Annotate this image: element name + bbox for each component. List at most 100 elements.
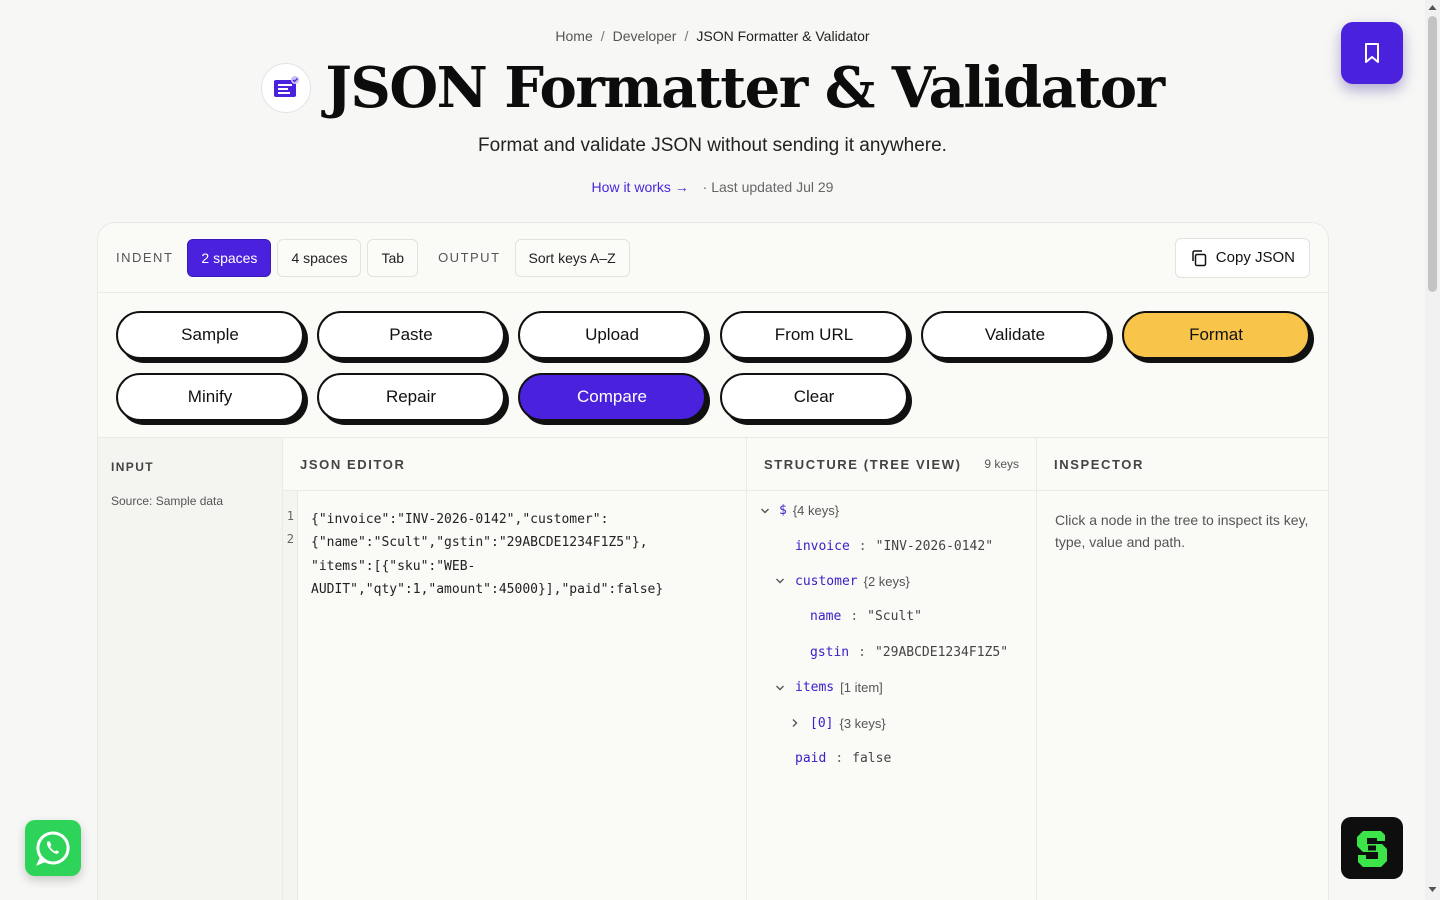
output-label: OUTPUT (438, 250, 501, 265)
chevron-down-icon[interactable] (772, 683, 788, 693)
tree-node-invoice[interactable]: invoice : "INV-2026-0142" (747, 528, 1036, 563)
inspector-hint: Click a node in the tree to inspect its … (1055, 512, 1309, 550)
workspace-panes: INPUT Source: Sample data JSON EDITOR 1 … (98, 437, 1328, 900)
line-number: 1 (286, 509, 294, 523)
input-label: INPUT (111, 460, 154, 474)
page-header: JSON Formatter & Validator (0, 58, 1425, 118)
tree-value: "29ABCDE1234F1Z5" (874, 644, 1009, 660)
tree-header: STRUCTURE (TREE VIEW) 9 keys (747, 438, 1036, 491)
copy-json-button[interactable]: Copy JSON (1174, 237, 1310, 278)
code-line: AUDIT","qty":1,"amount":45000}],"paid":f… (311, 581, 664, 597)
paste-button[interactable]: Paste (317, 311, 505, 359)
tree-key: gstin (810, 644, 850, 660)
tool-card: INDENT 2 spaces 4 spaces Tab OUTPUT Sort… (97, 222, 1329, 900)
tree-node-gstin[interactable]: gstin : "29ABCDE1234F1Z5" (747, 635, 1036, 670)
tree-view-pane: STRUCTURE (TREE VIEW) 9 keys $ {4 keys} … (747, 438, 1037, 900)
code-line: {"name":"Scult","gstin":"29ABCDE1234F1Z5… (311, 535, 648, 551)
bookmark-icon (1365, 43, 1379, 63)
tree-value: false (852, 750, 892, 766)
indent-tab[interactable]: Tab (367, 238, 419, 277)
how-it-works-link[interactable]: How it works → (592, 179, 689, 195)
inspector-label: INSPECTOR (1054, 456, 1145, 472)
tree-key: items (795, 680, 835, 696)
meta-row: How it works → · Last updated Jul 29 (0, 179, 1425, 195)
breadcrumb-separator: / (600, 28, 605, 44)
breadcrumb-current: JSON Formatter & Validator (696, 28, 870, 44)
tree-node-paid[interactable]: paid : false (747, 741, 1036, 776)
tree-colon: : (850, 609, 859, 625)
copy-json-label: Copy JSON (1215, 249, 1295, 266)
scroll-down-arrow[interactable] (1428, 886, 1437, 894)
repair-button[interactable]: Repair (317, 373, 505, 421)
tree-value: "Scult" (867, 609, 922, 625)
tree-colon: : (858, 538, 867, 554)
line-gutter: 1 2 (283, 491, 298, 900)
tree-meta: {3 keys} (839, 715, 886, 731)
json-logo-icon (261, 63, 312, 113)
whatsapp-icon (36, 831, 70, 866)
tree-key: paid (795, 750, 827, 766)
options-toolbar: INDENT 2 spaces 4 spaces Tab OUTPUT Sort… (98, 223, 1328, 293)
sort-keys-toggle[interactable]: Sort keys A–Z (514, 238, 630, 277)
breadcrumb-developer[interactable]: Developer (613, 28, 677, 44)
tree-node-items[interactable]: items [1 item] (747, 670, 1036, 705)
code-line: {"invoice":"INV-2026-0142","customer": (311, 512, 609, 527)
from-url-button[interactable]: From URL (720, 311, 908, 359)
json-editor[interactable]: 1 2 {"invoice":"INV-2026-0142","customer… (283, 491, 746, 900)
breadcrumb-separator: / (684, 28, 689, 44)
inspector-pane: INSPECTOR Click a node in the tree to in… (1037, 438, 1328, 900)
bookmark-button[interactable] (1341, 22, 1403, 84)
brand-badge[interactable] (1341, 817, 1403, 879)
last-updated: · Last updated Jul 29 (702, 179, 834, 195)
chevron-right-icon[interactable] (787, 718, 803, 728)
upload-button[interactable]: Upload (518, 311, 706, 359)
tree-key: [0] (810, 715, 834, 731)
tree-key: $ (779, 503, 787, 519)
inspector-header: INSPECTOR (1037, 438, 1328, 491)
sample-button[interactable]: Sample (116, 311, 304, 359)
tree-label: STRUCTURE (TREE VIEW) (764, 456, 962, 472)
scroll-thumb[interactable] (1428, 16, 1437, 292)
action-buttons: Sample Paste Upload From URL Validate Fo… (115, 309, 1315, 437)
input-source: Source: Sample data (111, 494, 224, 508)
tree-node-root[interactable]: $ {4 keys} (747, 493, 1036, 528)
chevron-down-icon[interactable] (772, 576, 788, 586)
clear-button[interactable]: Clear (720, 373, 908, 421)
key-count: 9 keys (984, 457, 1019, 471)
tree-node-item-0[interactable]: [0] {3 keys} (747, 705, 1036, 740)
page-scrollbar[interactable] (1425, 0, 1440, 900)
tree-key: invoice (795, 538, 850, 554)
scroll-up-arrow[interactable] (1428, 4, 1437, 12)
breadcrumb-home[interactable]: Home (555, 28, 592, 44)
page-subtitle: Format and validate JSON without sending… (478, 135, 947, 156)
tree-meta: [1 item] (840, 680, 883, 696)
minify-button[interactable]: Minify (116, 373, 304, 421)
editor-label: JSON EDITOR (300, 456, 406, 472)
indent-4-spaces[interactable]: 4 spaces (277, 238, 362, 277)
line-number: 2 (286, 532, 294, 546)
whatsapp-button[interactable] (25, 820, 81, 876)
code-text[interactable]: {"invoice":"INV-2026-0142","customer": {… (298, 491, 663, 900)
format-button[interactable]: Format (1122, 311, 1310, 359)
json-tree: $ {4 keys} invoice : "INV-2026-0142" cus… (747, 491, 1036, 776)
compare-button[interactable]: Compare (518, 373, 706, 421)
tree-colon: : (858, 644, 866, 660)
brand-s-icon (1357, 831, 1387, 867)
tree-value: "INV-2026-0142" (875, 538, 994, 554)
tree-key: customer (795, 573, 858, 589)
tree-node-name[interactable]: name : "Scult" (747, 599, 1036, 634)
validate-button[interactable]: Validate (921, 311, 1109, 359)
code-line: "items":[{"sku":"WEB- (311, 558, 476, 574)
tree-node-customer[interactable]: customer {2 keys} (747, 564, 1036, 599)
chevron-down-icon[interactable] (757, 506, 773, 516)
indent-label: INDENT (116, 250, 174, 265)
json-editor-pane: JSON EDITOR 1 2 {"invoice":"INV-2026-014… (283, 438, 747, 900)
tree-key: name (810, 609, 842, 625)
editor-header: JSON EDITOR (283, 438, 746, 491)
input-pane: INPUT Source: Sample data (98, 438, 283, 900)
breadcrumb: Home / Developer / JSON Formatter & Validato… (0, 28, 1425, 44)
copy-icon (1192, 249, 1207, 266)
tree-meta: {4 keys} (792, 503, 840, 519)
tree-colon: : (835, 750, 844, 766)
indent-2-spaces[interactable]: 2 spaces (187, 238, 272, 277)
